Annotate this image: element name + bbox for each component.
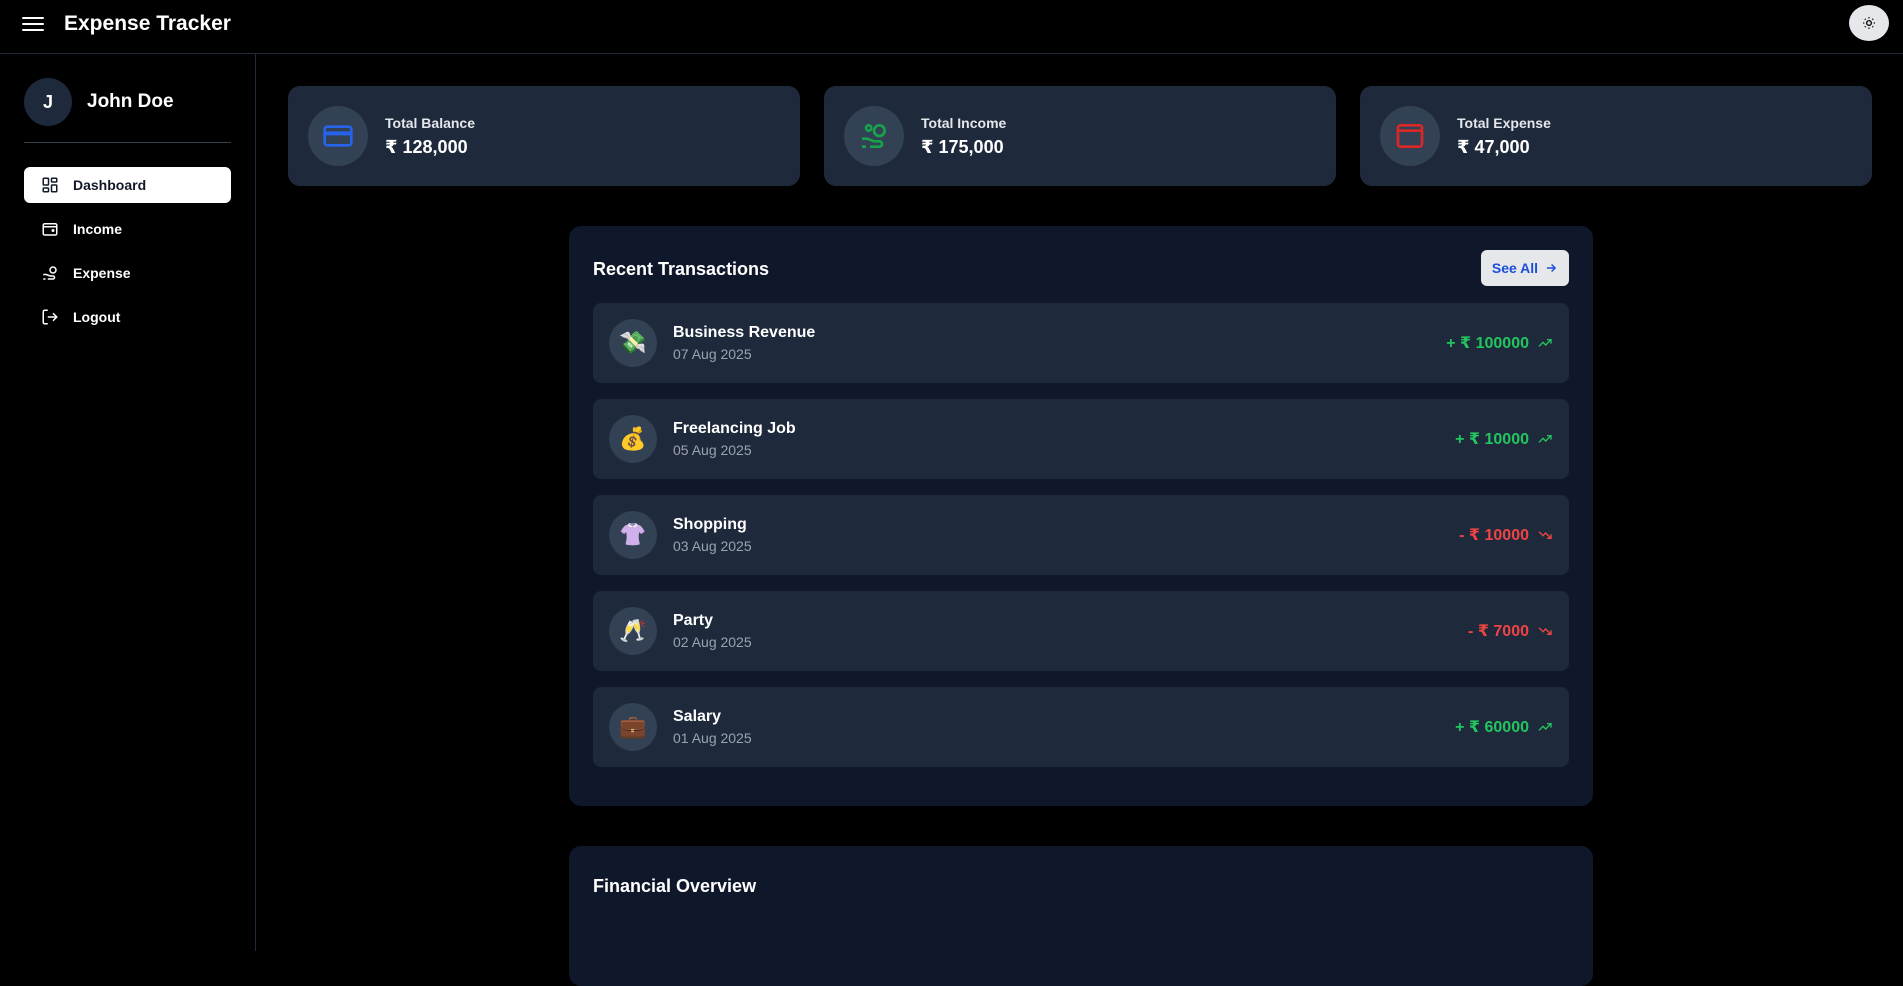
financial-overview-panel: Financial Overview [569, 846, 1593, 986]
username: John Doe [87, 91, 174, 112]
card-value: ₹ 175,000 [921, 136, 1004, 157]
amount-sign: - ₹ [1468, 623, 1494, 640]
amount-sign: - ₹ [1459, 527, 1485, 544]
money-wings-icon: 💸 [609, 319, 657, 367]
transaction-row[interactable]: 💼 Salary 01 Aug 2025 + ₹ 60000 [593, 687, 1569, 767]
transaction-date: 07 Aug 2025 [673, 346, 752, 362]
hand-coins-icon [844, 106, 904, 166]
avatar: J [24, 78, 72, 126]
sidebar-item-logout[interactable]: Logout [24, 299, 231, 335]
hand-coins-icon [41, 264, 59, 282]
card-label: Total Balance [385, 114, 475, 131]
transaction-row[interactable]: 💸 Business Revenue 07 Aug 2025 + ₹ 10000… [593, 303, 1569, 383]
transaction-list: 💸 Business Revenue 07 Aug 2025 + ₹ 10000… [593, 303, 1569, 783]
transaction-amount: + ₹ 10000 [1455, 429, 1553, 449]
amount-value: 100000 [1475, 335, 1529, 352]
transaction-name: Business Revenue [673, 324, 816, 341]
dashboard-icon [41, 176, 59, 194]
trending-up-icon [1538, 435, 1552, 443]
sidebar-item-label: Dashboard [73, 177, 147, 193]
amount-value: 60000 [1484, 719, 1530, 736]
sidebar-divider [24, 142, 231, 143]
credit-card-icon [308, 106, 368, 166]
trending-up-icon [1538, 723, 1552, 731]
card-label: Total Expense [1457, 114, 1551, 131]
transaction-row[interactable]: 💰 Freelancing Job 05 Aug 2025 + ₹ 10000 [593, 399, 1569, 479]
theme-toggle-button[interactable] [1849, 5, 1889, 41]
app-title: Expense Tracker [64, 12, 231, 35]
transaction-name: Freelancing Job [673, 420, 796, 437]
total-balance-card: Total Balance ₹ 128,000 [288, 86, 800, 186]
top-bar: Expense Tracker [0, 0, 1903, 54]
total-expense-card: Total Expense ₹ 47,000 [1360, 86, 1872, 186]
see-all-button[interactable]: See All [1481, 250, 1569, 286]
see-all-label: See All [1491, 260, 1539, 276]
sidebar-item-label: Logout [73, 309, 121, 325]
sidebar-item-expense[interactable]: Expense [24, 255, 231, 291]
wallet-icon [1380, 106, 1440, 166]
transaction-amount: - ₹ 10000 [1459, 525, 1553, 545]
trending-down-icon [1538, 627, 1552, 635]
hamburger-icon[interactable] [22, 13, 44, 33]
sidebar: J John Doe Dashboard Income Expense Logo… [0, 54, 256, 951]
sidebar-item-dashboard[interactable]: Dashboard [24, 167, 231, 203]
amount-sign: + ₹ [1455, 431, 1485, 448]
transaction-amount: + ₹ 60000 [1455, 717, 1553, 737]
trending-down-icon [1538, 531, 1552, 539]
card-label: Total Income [921, 114, 1007, 131]
briefcase-icon: 💼 [609, 703, 657, 751]
amount-sign: + ₹ [1455, 719, 1485, 736]
transaction-name: Salary [673, 708, 722, 725]
money-bag-icon: 💰 [609, 415, 657, 463]
main-content: Total Balance ₹ 128,000 Total Income ₹ 1… [257, 55, 1903, 986]
transaction-date: 01 Aug 2025 [673, 730, 752, 746]
sidebar-nav: Dashboard Income Expense Logout [24, 167, 231, 343]
total-income-card: Total Income ₹ 175,000 [824, 86, 1336, 186]
wallet-icon [41, 220, 59, 238]
transaction-name: Shopping [673, 516, 747, 533]
arrow-right-icon [1546, 263, 1557, 273]
transaction-row[interactable]: 👚 Shopping 03 Aug 2025 - ₹ 10000 [593, 495, 1569, 575]
logout-icon [41, 308, 59, 326]
transaction-date: 05 Aug 2025 [673, 442, 752, 458]
card-value: ₹ 47,000 [1457, 136, 1530, 157]
amount-value: 10000 [1484, 431, 1530, 448]
transaction-row[interactable]: 🥂 Party 02 Aug 2025 - ₹ 7000 [593, 591, 1569, 671]
trending-up-icon [1538, 339, 1552, 347]
transaction-date: 02 Aug 2025 [673, 634, 752, 650]
amount-value: 10000 [1484, 527, 1530, 544]
sidebar-item-label: Expense [73, 265, 131, 281]
sidebar-item-income[interactable]: Income [24, 211, 231, 247]
user-profile: J John Doe [24, 78, 174, 126]
panel-title: Recent Transactions [593, 259, 770, 279]
amount-sign: + ₹ [1446, 335, 1476, 352]
transaction-amount: + ₹ 100000 [1446, 333, 1553, 353]
summary-cards: Total Balance ₹ 128,000 Total Income ₹ 1… [288, 86, 1872, 186]
shirt-icon: 👚 [609, 511, 657, 559]
panel-title: Financial Overview [593, 876, 757, 896]
transaction-date: 03 Aug 2025 [673, 538, 752, 554]
card-value: ₹ 128,000 [385, 136, 468, 157]
glasses-toast-icon: 🥂 [609, 607, 657, 655]
sun-icon [1863, 17, 1875, 29]
recent-transactions-panel: Recent Transactions See All 💸 Business R… [569, 226, 1593, 806]
amount-value: 7000 [1493, 623, 1529, 640]
sidebar-item-label: Income [73, 221, 123, 237]
transaction-amount: - ₹ 7000 [1468, 621, 1553, 641]
transaction-name: Party [673, 612, 714, 629]
